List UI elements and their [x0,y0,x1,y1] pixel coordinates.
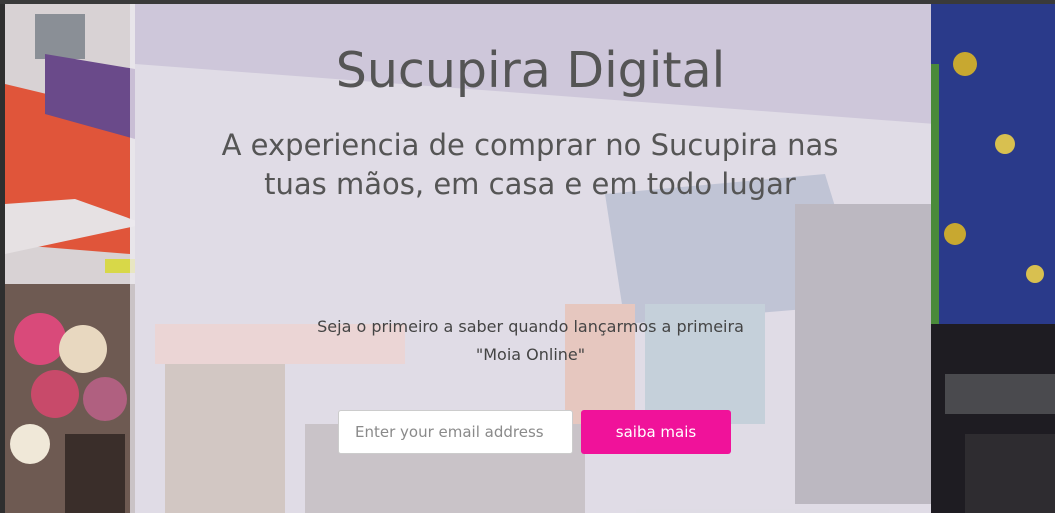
email-input[interactable] [338,410,573,454]
hero-subtitle: A experiencia de comprar no Sucupira nas… [221,128,839,201]
page-title: Sucupira Digital [335,42,726,99]
signup-description-line2: "Moia Online" [475,345,586,364]
saiba-mais-button[interactable]: saiba mais [581,410,731,454]
hero-panel: Sucupira Digital A experiencia de compra… [130,4,931,513]
signup-description-line1: Seja o primeiro a saber quando lançarmos… [317,317,744,336]
signup-description: Seja o primeiro a saber quando lançarmos… [270,313,791,369]
